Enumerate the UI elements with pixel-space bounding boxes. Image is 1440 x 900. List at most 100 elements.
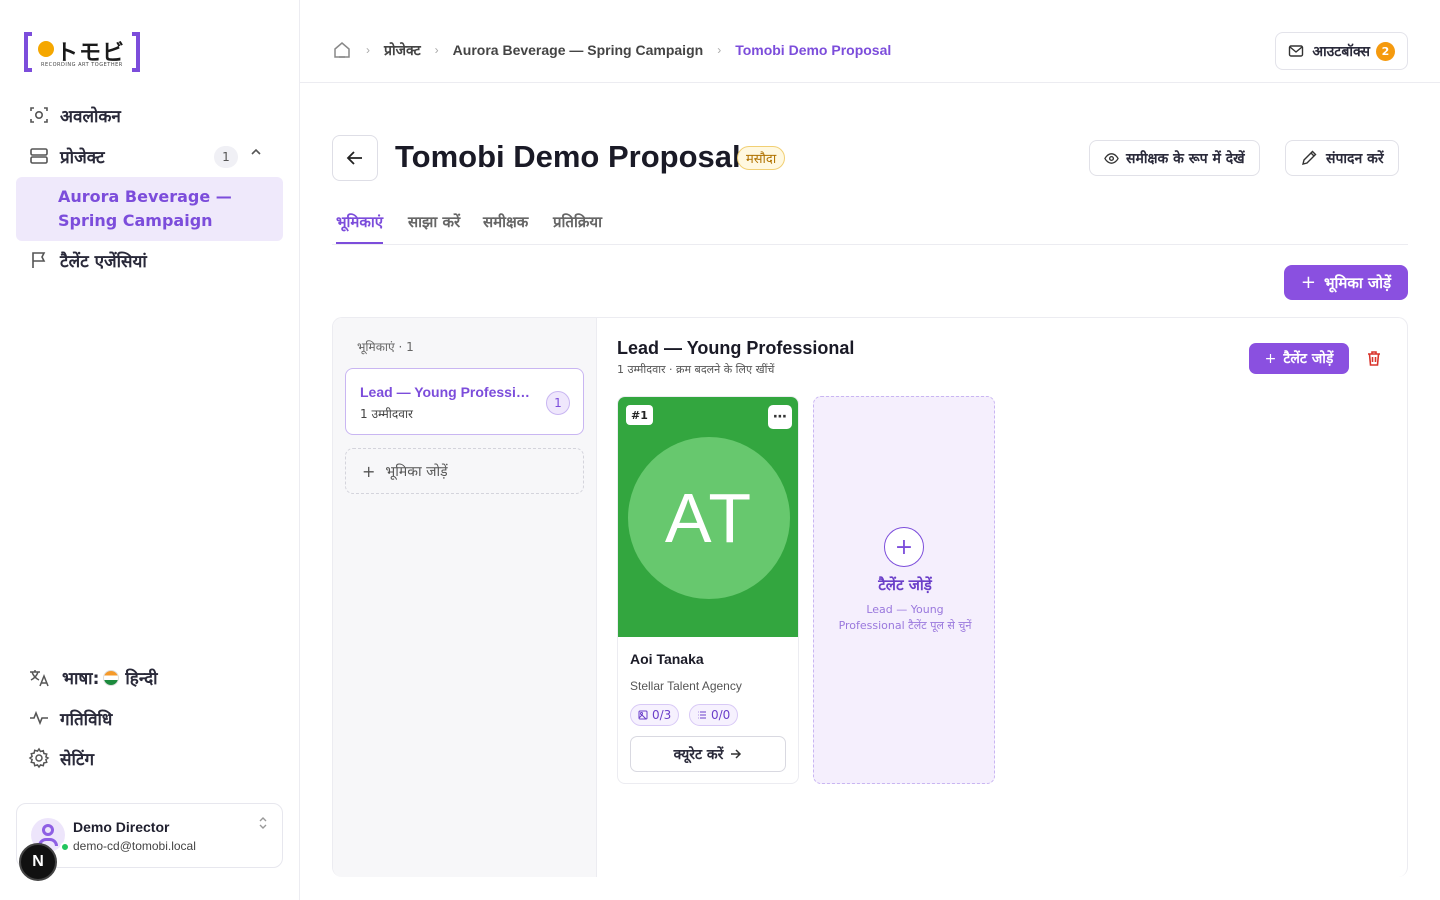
image-icon: [638, 710, 648, 720]
trash-icon[interactable]: [1365, 349, 1383, 367]
breadcrumb: › प्रोजेक्ट › Aurora Beverage — Spring C…: [332, 40, 891, 60]
sidebar-subitem-campaign[interactable]: Aurora Beverage — Spring Campaign: [16, 177, 283, 241]
logo-bracket-right: [132, 32, 140, 72]
sidebar-item-activity[interactable]: गतिविधि: [16, 700, 284, 736]
add-talent-slot[interactable]: + टैलेंट जोड़ें Lead — Young Professiona…: [813, 396, 995, 784]
list-icon: [697, 710, 707, 720]
scan-icon: [28, 104, 50, 126]
projects-count-badge: 1: [214, 146, 238, 168]
add-talent-label: टैलेंट जोड़ें: [1283, 351, 1334, 367]
tab-feedback[interactable]: प्रतिक्रिया: [553, 212, 602, 244]
sidebar-item-label: प्रोजेक्ट: [60, 147, 105, 168]
add-role-inline-button[interactable]: + भूमिका जोड़ें: [345, 448, 584, 494]
arrow-left-icon: [345, 148, 365, 168]
arrow-right-icon: [730, 748, 742, 760]
talent-agency: Stellar Talent Agency: [630, 679, 742, 693]
tab-bar: भूमिकाएं साझा करें समीक्षक प्रतिक्रिया: [332, 208, 1408, 245]
language-value: हिन्दी: [125, 669, 158, 689]
logo-dot: [38, 41, 54, 57]
role-count-badge: 1: [546, 391, 570, 415]
back-button[interactable]: [332, 135, 378, 181]
roles-heading: भूमिकाएं · 1: [357, 340, 414, 354]
activity-icon: [28, 707, 50, 729]
plus-icon: +: [362, 461, 376, 481]
eye-icon: [1104, 151, 1119, 166]
photos-count: 0/3: [652, 708, 672, 722]
mail-icon: [1288, 43, 1304, 59]
home-icon[interactable]: [332, 40, 352, 60]
tab-share[interactable]: साझा करें: [408, 212, 460, 244]
sidebar-item-settings[interactable]: सेटिंग: [16, 740, 284, 776]
lists-count: 0/0: [711, 708, 731, 722]
talent-name: Aoi Tanaka: [630, 651, 704, 667]
logo-tagline: RECORDING ART TOGETHER: [41, 62, 123, 68]
talent-initials: AT: [628, 437, 790, 599]
role-candidate-count: 1 उम्मीदवार: [360, 407, 413, 421]
tab-roles[interactable]: भूमिकाएं: [336, 212, 384, 244]
sidebar-item-talent-agencies[interactable]: टैलेंट एजेंसियां: [16, 242, 284, 278]
rank-badge: #1: [626, 405, 653, 425]
role-meta: 1 उम्मीदवार · क्रम बदलने के लिए खींचें: [617, 363, 775, 376]
curate-label: क्यूरेट करें: [673, 746, 724, 763]
talent-card[interactable]: AT #1 ⋯ Aoi Tanaka Stellar Talent Agency…: [617, 396, 799, 784]
add-talent-slot-hint: Lead — Young Professional टैलेंट पूल से …: [838, 603, 972, 632]
top-bar: › प्रोजेक्ट › Aurora Beverage — Spring C…: [300, 0, 1440, 83]
layers-icon: [28, 145, 50, 167]
tab-reviewers[interactable]: समीक्षक: [483, 212, 528, 244]
plus-icon: +: [1300, 272, 1316, 293]
edit-button[interactable]: संपादन करें: [1285, 140, 1399, 176]
language-label: भाषा:: [62, 669, 100, 689]
pencil-icon: [1300, 149, 1318, 167]
sidebar-item-label: सेटिंग: [60, 749, 95, 770]
chevron-updown-icon: [258, 816, 268, 832]
status-badge: मसौदा: [737, 146, 786, 170]
add-role-label: भूमिका जोड़ें: [1324, 273, 1392, 292]
chevron-up-icon[interactable]: [250, 146, 262, 162]
outbox-label: आउटबॉक्स: [1312, 43, 1370, 60]
chevron-right-icon: ›: [717, 43, 722, 57]
sidebar-item-overview[interactable]: अवलोकन: [16, 97, 284, 133]
photos-count-chip: 0/3: [630, 704, 680, 726]
flag-icon: [28, 249, 50, 271]
view-as-reviewer-label: समीक्षक के रूप में देखें: [1126, 150, 1245, 167]
more-options-icon[interactable]: ⋯: [768, 405, 792, 429]
edit-label: संपादन करें: [1326, 150, 1384, 167]
lists-count-chip: 0/0: [689, 704, 739, 726]
sidebar-item-label: अवलोकन: [60, 106, 121, 127]
add-talent-button[interactable]: + टैलेंट जोड़ें: [1249, 343, 1349, 374]
add-talent-slot-label: टैलेंट जोड़ें: [878, 576, 932, 594]
chevron-right-icon: ›: [366, 43, 370, 57]
role-name: Lead — Young Professional: [360, 384, 538, 400]
nextjs-dev-badge[interactable]: N: [19, 843, 57, 881]
sidebar: トモビ RECORDING ART TOGETHER अवलोकन प्रोजे…: [0, 0, 300, 900]
india-flag-icon: [103, 669, 120, 686]
logo-bracket-left: [24, 32, 32, 72]
chevron-right-icon: ›: [434, 43, 439, 57]
roles-list: भूमिकाएं · 1 Lead — Young Professional 1…: [333, 318, 597, 877]
roles-panel: भूमिकाएं · 1 Lead — Young Professional 1…: [332, 317, 1408, 877]
sidebar-item-label: टैलेंट एजेंसियां: [60, 251, 147, 272]
breadcrumb-campaign[interactable]: Aurora Beverage — Spring Campaign: [453, 42, 704, 58]
outbox-button[interactable]: आउटबॉक्स 2: [1275, 32, 1408, 70]
add-role-inline-label: भूमिका जोड़ें: [385, 463, 448, 480]
online-status-dot: [60, 842, 70, 852]
gear-icon: [28, 747, 50, 769]
role-detail: Lead — Young Professional 1 उम्मीदवार · …: [597, 318, 1407, 877]
sidebar-item-label: गतिविधि: [60, 709, 113, 730]
language-switcher[interactable]: भाषा: हिन्दी: [28, 666, 158, 689]
user-email: demo-cd@tomobi.local: [73, 839, 196, 853]
user-name: Demo Director: [73, 819, 170, 835]
add-role-button[interactable]: + भूमिका जोड़ें: [1284, 265, 1408, 300]
curate-button[interactable]: क्यूरेट करें: [630, 736, 786, 772]
plus-icon: +: [1264, 350, 1277, 367]
translate-icon: [28, 667, 50, 689]
plus-circle-icon: +: [884, 527, 924, 567]
sidebar-item-projects[interactable]: प्रोजेक्ट 1: [16, 138, 284, 174]
breadcrumb-projects[interactable]: प्रोजेक्ट: [384, 41, 421, 60]
brand-logo[interactable]: トモビ RECORDING ART TOGETHER: [24, 32, 140, 72]
view-as-reviewer-button[interactable]: समीक्षक के रूप में देखें: [1089, 140, 1260, 176]
outbox-count-badge: 2: [1376, 41, 1395, 61]
role-list-item[interactable]: Lead — Young Professional 1 उम्मीदवार 1: [345, 368, 584, 435]
breadcrumb-current: Tomobi Demo Proposal: [735, 42, 892, 58]
role-title: Lead — Young Professional: [617, 338, 855, 358]
